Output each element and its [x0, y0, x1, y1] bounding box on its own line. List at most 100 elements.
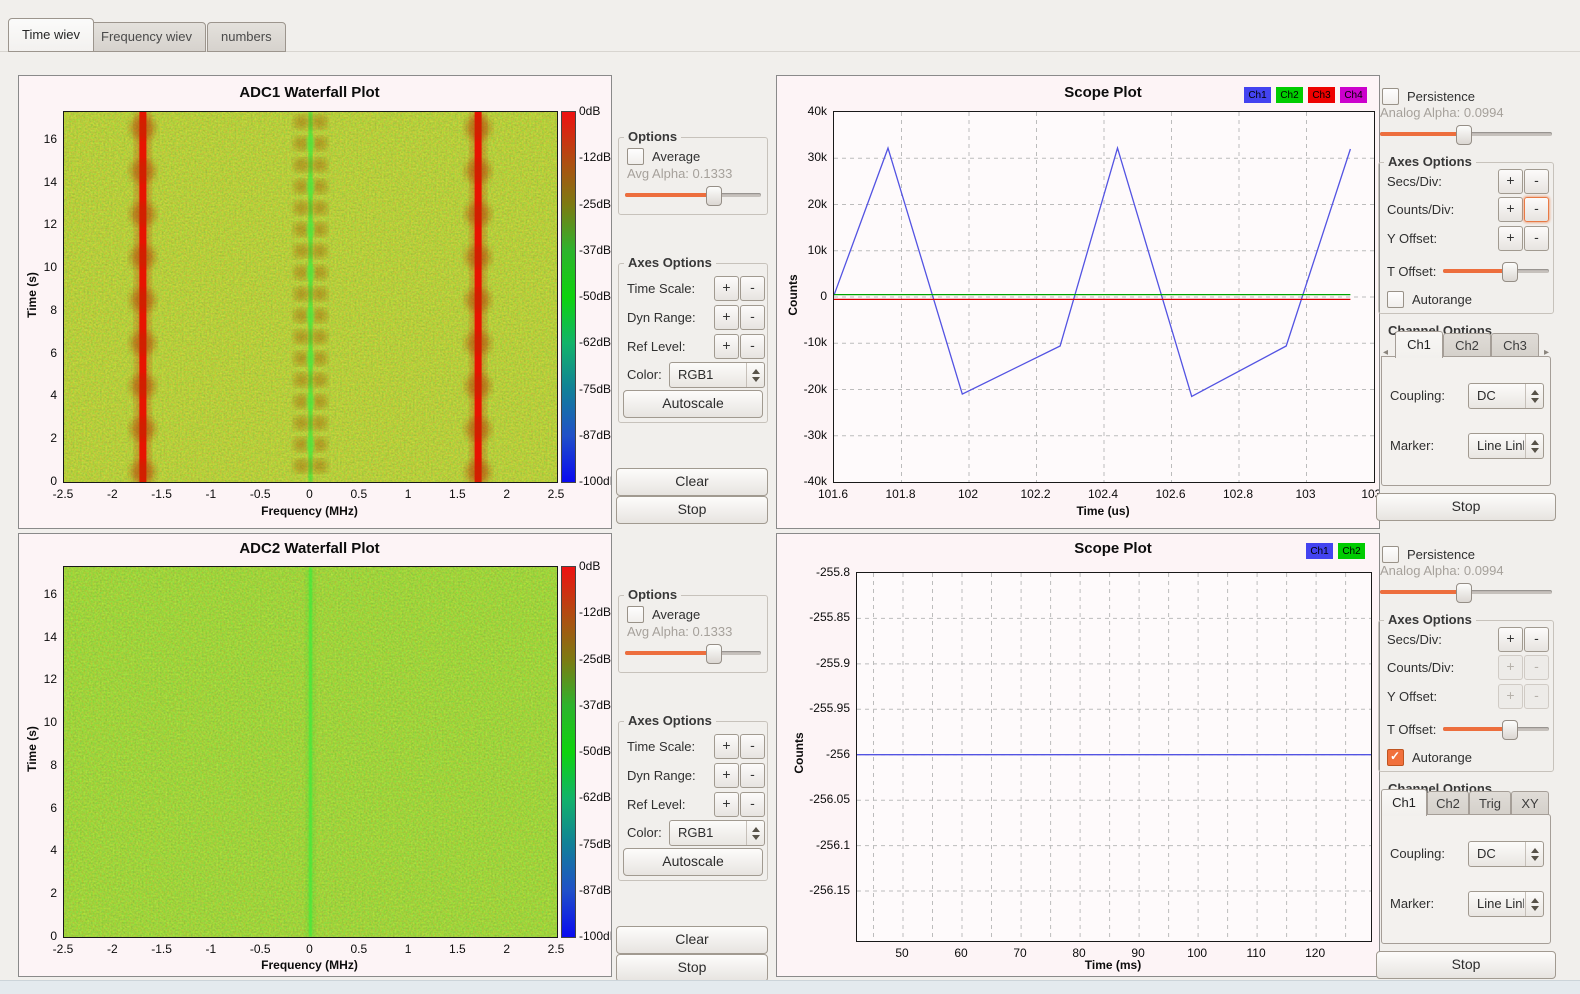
persistence-label: Persistence [1407, 89, 1475, 104]
t-offset-slider[interactable] [1443, 720, 1549, 738]
tab-frequency-view[interactable]: Frequency wiev [87, 22, 206, 52]
colorbar-tick-label: -75dB [579, 837, 612, 851]
tab-numbers-view[interactable]: numbers [207, 22, 286, 52]
slider-handle[interactable] [1456, 125, 1472, 145]
channel-tab-ch1[interactable]: Ch1 [1395, 331, 1443, 358]
scope2-canvas[interactable] [856, 572, 1372, 942]
adc2-waterfall-canvas[interactable] [63, 566, 558, 938]
slider-handle[interactable] [706, 644, 722, 664]
secs-div-plus-button[interactable]: + [1498, 169, 1523, 194]
autoscale-button[interactable]: Autoscale [623, 848, 763, 876]
counts-div-plus-button[interactable]: + [1498, 655, 1523, 680]
marker-combobox[interactable]: Line Link [1468, 433, 1544, 459]
stop-button[interactable]: Stop [616, 954, 768, 982]
y-tick-label: 0 [776, 289, 827, 303]
stop-button[interactable]: Stop [1376, 493, 1556, 521]
color-combobox[interactable]: RGB1 [669, 820, 765, 846]
secs-div-minus-button[interactable]: - [1524, 169, 1549, 194]
stop-button[interactable]: Stop [1376, 951, 1556, 979]
spinner-icon[interactable] [1525, 384, 1543, 408]
marker-label: Marker: [1390, 438, 1434, 453]
spinner-icon[interactable] [746, 363, 764, 387]
secs-div-minus-button[interactable]: - [1524, 627, 1549, 652]
y-tick-label: 14 [18, 175, 57, 189]
coupling-combobox[interactable]: DC [1468, 383, 1544, 409]
options-group: Options Average Avg Alpha: 0.1333 [618, 595, 768, 673]
avg-alpha-slider[interactable] [625, 644, 761, 662]
channel-tab-ch2[interactable]: Ch2 [1427, 791, 1469, 815]
analog-alpha-slider[interactable] [1380, 125, 1552, 143]
ref-level-plus-button[interactable]: + [714, 334, 739, 359]
x-tick-label: -1 [183, 487, 239, 501]
analog-alpha-slider[interactable] [1380, 583, 1552, 601]
slider-handle[interactable] [1502, 262, 1518, 282]
y-offset-plus-button[interactable]: + [1498, 684, 1523, 709]
average-checkbox[interactable] [627, 148, 644, 165]
channel-tab-ch2[interactable]: Ch2 [1443, 333, 1491, 357]
channel-tab-ch3[interactable]: Ch3 [1491, 333, 1539, 357]
ref-level-plus-button[interactable]: + [714, 792, 739, 817]
y-tick-label: -256.05 [788, 792, 850, 806]
spinner-icon[interactable] [1525, 842, 1543, 866]
persistence-checkbox[interactable] [1382, 88, 1399, 105]
counts-div-minus-button[interactable]: - [1524, 197, 1549, 222]
y-tick-label: 16 [18, 587, 57, 601]
slider-fill [625, 651, 713, 655]
slider-handle[interactable] [706, 186, 722, 206]
time-scale-plus-button[interactable]: + [714, 276, 739, 301]
autorange-checkbox[interactable] [1387, 291, 1404, 308]
ref-level-minus-button[interactable]: - [740, 334, 765, 359]
ref-level-label: Ref Level: [627, 339, 686, 354]
ref-level-minus-button[interactable]: - [740, 792, 765, 817]
y-offset-minus-button[interactable]: - [1524, 684, 1549, 709]
autoscale-button[interactable]: Autoscale [623, 390, 763, 418]
stop-button[interactable]: Stop [616, 496, 768, 524]
spinner-icon[interactable] [746, 821, 764, 845]
x-axis-label: Time (ms) [856, 958, 1370, 972]
time-scale-minus-button[interactable]: - [740, 276, 765, 301]
secs-div-label: Secs/Div: [1387, 632, 1442, 647]
colorbar-tick-label: -12dB [579, 150, 612, 164]
waterfall2-options-column: Options Average Avg Alpha: 0.1333 Axes O… [616, 533, 768, 975]
counts-div-minus-button[interactable]: - [1524, 655, 1549, 680]
average-checkbox[interactable] [627, 606, 644, 623]
dyn-range-plus-button[interactable]: + [714, 305, 739, 330]
slider-handle[interactable] [1456, 583, 1472, 603]
t-offset-slider[interactable] [1443, 262, 1549, 280]
persistence-checkbox[interactable] [1382, 546, 1399, 563]
avg-alpha-slider[interactable] [625, 186, 761, 204]
y-tick-label: -255.85 [788, 610, 850, 624]
time-scale-minus-button[interactable]: - [740, 734, 765, 759]
channel-tab-xy[interactable]: XY [1511, 791, 1549, 815]
time-scale-label: Time Scale: [627, 739, 695, 754]
autorange-checkbox[interactable] [1387, 749, 1404, 766]
slider-fill [1380, 590, 1463, 594]
spinner-icon[interactable] [1525, 892, 1543, 916]
dyn-range-plus-button[interactable]: + [714, 763, 739, 788]
clear-button[interactable]: Clear [616, 926, 768, 954]
tab-time-view[interactable]: Time wiev [8, 18, 94, 52]
color-label: Color: [627, 825, 662, 840]
colorbar-tick-label: 0dB [579, 104, 612, 118]
secs-div-plus-button[interactable]: + [1498, 627, 1523, 652]
y-offset-plus-button[interactable]: + [1498, 226, 1523, 251]
color-combobox[interactable]: RGB1 [669, 362, 765, 388]
spinner-icon[interactable] [1525, 434, 1543, 458]
y-offset-minus-button[interactable]: - [1524, 226, 1549, 251]
adc1-waterfall-canvas[interactable] [63, 111, 558, 483]
dyn-range-minus-button[interactable]: - [740, 305, 765, 330]
coupling-combobox-value: DC [1477, 388, 1524, 403]
scope1-canvas[interactable] [833, 111, 1375, 483]
coupling-combobox[interactable]: DC [1468, 841, 1544, 867]
dyn-range-minus-button[interactable]: - [740, 763, 765, 788]
marker-combobox[interactable]: Line Link [1468, 891, 1544, 917]
time-scale-plus-button[interactable]: + [714, 734, 739, 759]
channel-tab-trig[interactable]: Trig [1469, 791, 1511, 815]
color-label: Color: [627, 367, 662, 382]
slider-handle[interactable] [1502, 720, 1518, 740]
x-tick-label: -2 [84, 487, 140, 501]
counts-div-plus-button[interactable]: + [1498, 197, 1523, 222]
clear-button[interactable]: Clear [616, 468, 768, 496]
channel-tab-ch1[interactable]: Ch1 [1381, 789, 1427, 816]
autorange-label: Autorange [1412, 750, 1472, 765]
